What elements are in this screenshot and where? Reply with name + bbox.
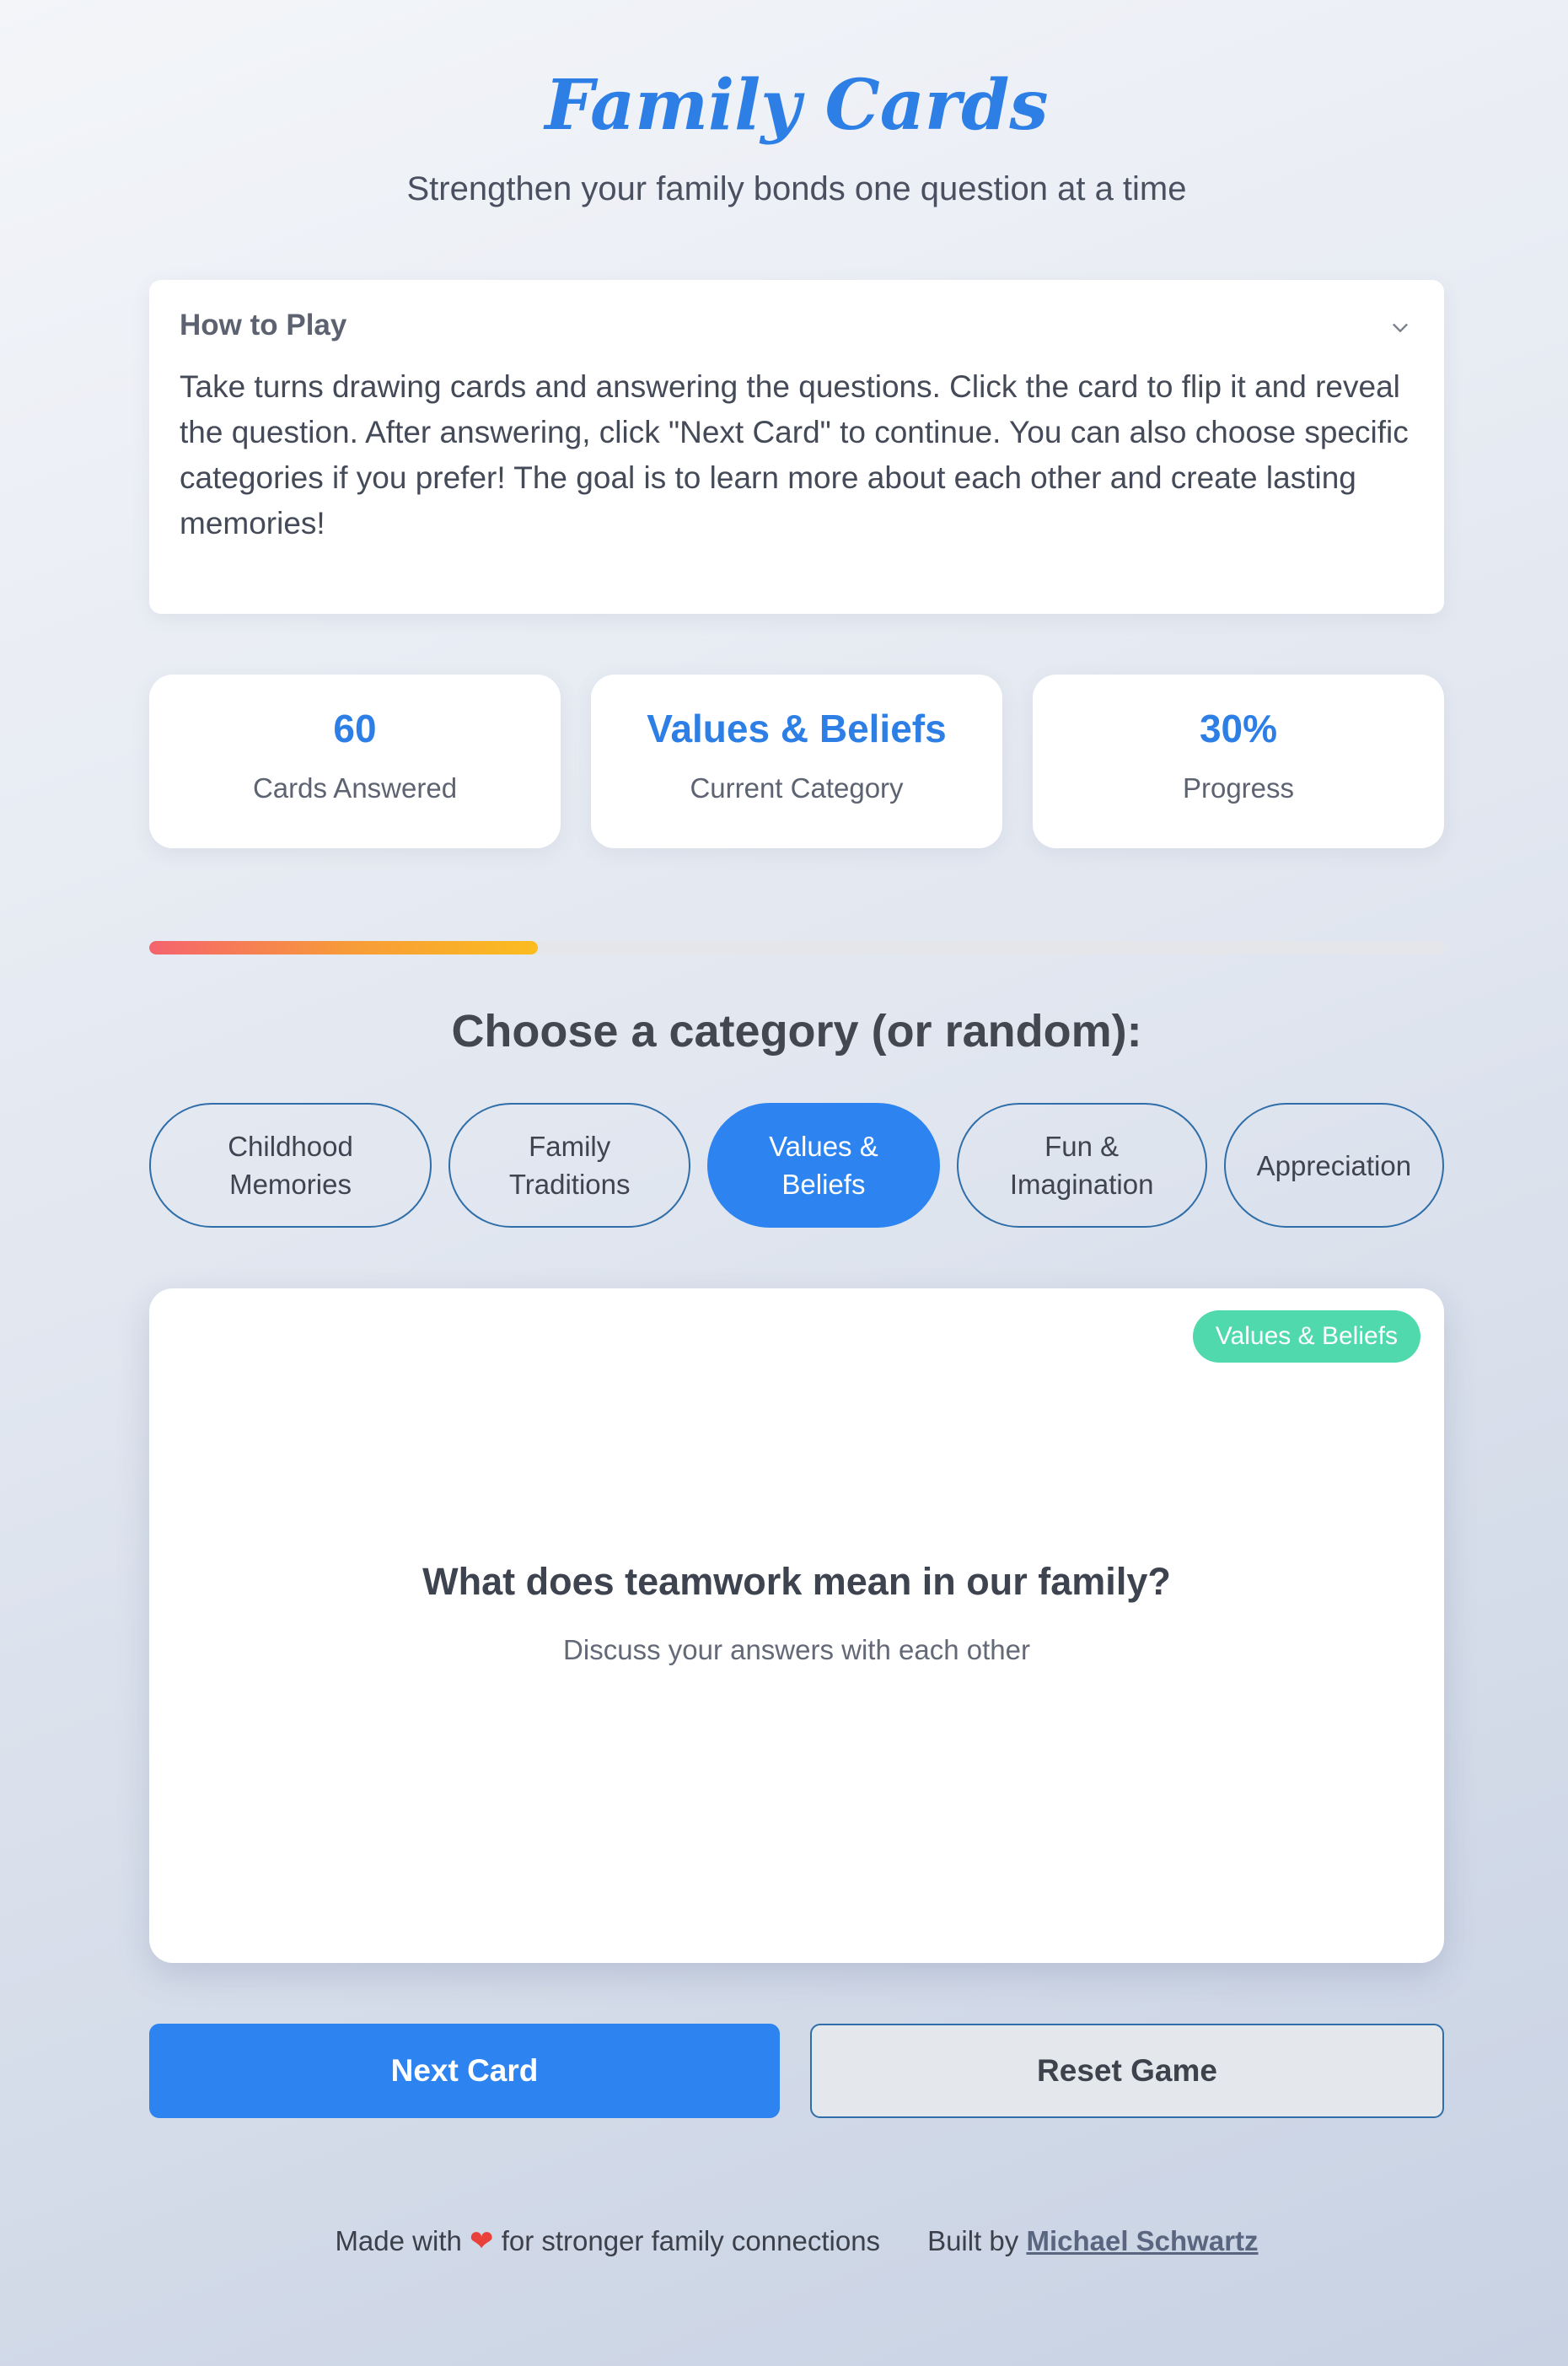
footer-built-by: Built by Michael Schwartz xyxy=(927,2225,1258,2257)
footer-made-with: Made with ❤ for stronger family connecti… xyxy=(335,2224,880,2258)
card-question: What does teamwork mean in our family? xyxy=(422,1560,1171,1603)
category-fun-imagination[interactable]: Fun & Imagination xyxy=(956,1103,1207,1228)
action-buttons: Next Card Reset Game xyxy=(149,2024,1444,2118)
footer-built-prefix: Built by xyxy=(927,2225,1019,2256)
page: Family Cards Strengthen your family bond… xyxy=(149,0,1445,2258)
stat-label: Progress xyxy=(1182,772,1295,804)
card-category-badge: Values & Beliefs xyxy=(1192,1310,1420,1363)
progress-bar-fill xyxy=(149,941,538,954)
category-heading: Choose a category (or random): xyxy=(451,1006,1142,1057)
author-link[interactable]: Michael Schwartz xyxy=(1026,2225,1258,2256)
reset-game-button[interactable]: Reset Game xyxy=(810,2024,1444,2118)
question-card[interactable]: Values & Beliefs What does teamwork mean… xyxy=(149,1288,1444,1963)
stat-label: Cards Answered xyxy=(252,772,458,804)
stat-cards-answered: 60 Cards Answered xyxy=(149,675,561,848)
stat-label: Current Category xyxy=(690,772,904,804)
stat-value: 30% xyxy=(1199,707,1278,750)
stats-row: 60 Cards Answered Values & Beliefs Curre… xyxy=(149,675,1444,848)
footer: Made with ❤ for stronger family connecti… xyxy=(149,2224,1444,2258)
progress-bar xyxy=(149,941,1444,954)
next-card-button[interactable]: Next Card xyxy=(149,2024,780,2118)
stat-value: Values & Beliefs xyxy=(647,707,947,750)
category-values-beliefs[interactable]: Values & Beliefs xyxy=(707,1103,940,1228)
stat-progress: 30% Progress xyxy=(1033,675,1444,848)
footer-made-prefix: Made with xyxy=(335,2225,462,2256)
how-to-play-text: Take turns drawing cards and answering t… xyxy=(180,369,1409,540)
how-to-play-heading[interactable]: How to Play xyxy=(180,305,1414,346)
category-label: Values & Beliefs xyxy=(769,1131,878,1200)
category-label: Appreciation xyxy=(1256,1149,1412,1181)
how-to-play-panel[interactable]: How to Play Take turns drawing cards and… xyxy=(149,280,1444,614)
footer-made-suffix: for stronger family connections xyxy=(501,2225,881,2256)
category-family-traditions[interactable]: Family Traditions xyxy=(448,1103,691,1228)
category-label: Family Traditions xyxy=(508,1131,631,1200)
card-hint: Discuss your answers with each other xyxy=(563,1634,1030,1665)
stat-value: 60 xyxy=(333,707,377,750)
category-label: Childhood Memories xyxy=(228,1131,353,1200)
category-childhood-memories[interactable]: Childhood Memories xyxy=(149,1103,432,1228)
category-list: Childhood Memories Family Traditions Val… xyxy=(149,1103,1445,1228)
heart-icon: ❤ xyxy=(470,2225,494,2257)
app-subtitle: Strengthen your family bonds one questio… xyxy=(406,170,1187,207)
chevron-down-icon[interactable] xyxy=(1388,315,1412,339)
stat-current-category: Values & Beliefs Current Category xyxy=(591,675,1002,848)
category-appreciation[interactable]: Appreciation xyxy=(1223,1103,1445,1228)
category-label: Fun & Imagination xyxy=(1009,1131,1154,1200)
app-title: Family Cards xyxy=(545,65,1049,146)
